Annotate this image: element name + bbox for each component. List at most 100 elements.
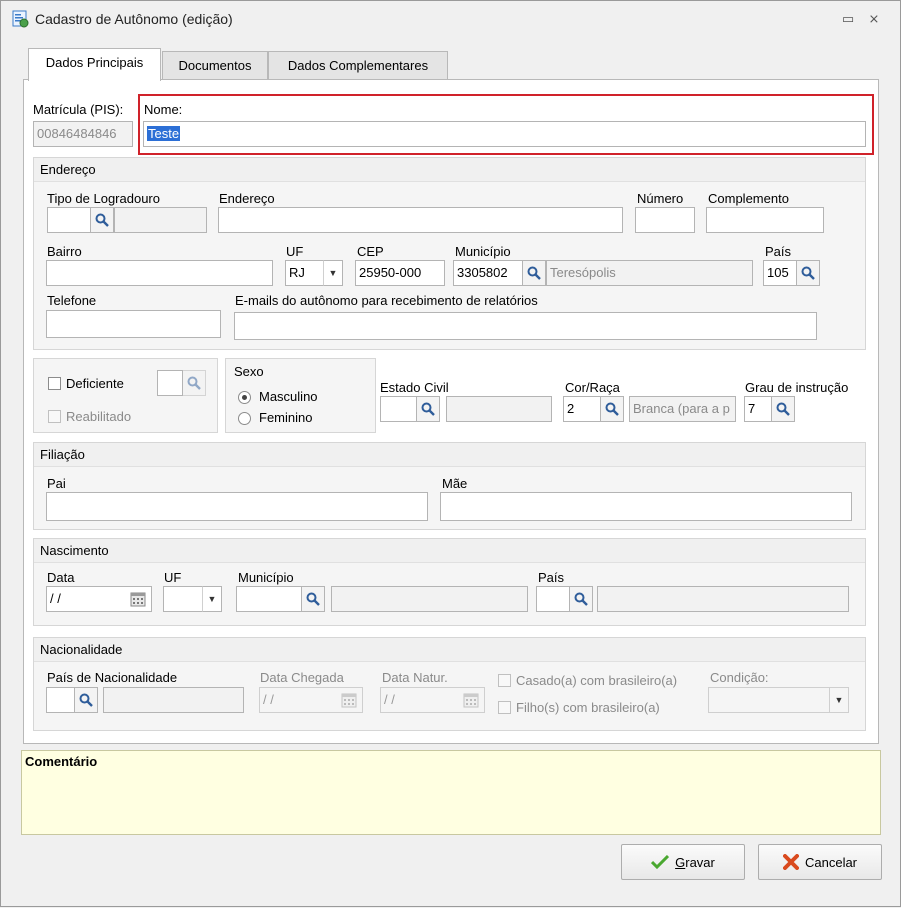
cor-raca-search-button[interactable]	[600, 396, 624, 422]
tipo-logradouro-desc	[114, 207, 207, 233]
cep-input[interactable]: 25950-000	[355, 260, 445, 286]
sexo-masculino-radio[interactable]	[238, 391, 251, 404]
data-chegada-label: Data Chegada	[260, 670, 344, 685]
nascimento-municipio-input[interactable]	[236, 586, 302, 612]
condicao-dropdown-button[interactable]: ▼	[829, 687, 849, 713]
search-icon	[79, 693, 93, 707]
data-natur-label: Data Natur.	[382, 670, 448, 685]
nascimento-pais-label: País	[538, 570, 565, 585]
nascimento-pais-desc	[597, 586, 849, 612]
nome-field[interactable]: Teste	[143, 121, 866, 147]
bairro-input[interactable]	[46, 260, 273, 286]
estado-civil-input[interactable]	[380, 396, 417, 422]
pais-nacionalidade-search-button[interactable]	[74, 687, 98, 713]
grau-instrucao-search-button[interactable]	[771, 396, 795, 422]
deficiente-checkbox[interactable]	[48, 377, 61, 390]
telefone-input[interactable]	[46, 310, 221, 338]
nascimento-calendar-button[interactable]	[126, 586, 150, 612]
search-icon	[574, 592, 588, 606]
calendar-icon	[463, 693, 479, 708]
complemento-label: Complemento	[708, 191, 789, 206]
cancelar-label: Cancelar	[804, 854, 858, 870]
pais-nacionalidade-input[interactable]	[46, 687, 75, 713]
tipo-logradouro-input[interactable]	[47, 207, 91, 233]
search-icon	[801, 266, 815, 280]
gravar-label: Gravar	[675, 855, 715, 870]
endereco-group-title: Endereço	[34, 158, 865, 182]
comentario-title: Comentário	[25, 754, 98, 769]
mae-input[interactable]	[440, 492, 852, 521]
uf-label: UF	[286, 244, 304, 259]
nacionalidade-group-title: Nacionalidade	[34, 638, 865, 662]
estado-civil-search-button[interactable]	[416, 396, 440, 422]
data-natur-calendar-button[interactable]	[459, 687, 483, 713]
calendar-icon	[130, 592, 146, 607]
nascimento-group: Nascimento	[33, 538, 866, 626]
uf-dropdown-button[interactable]: ▼	[323, 260, 343, 286]
gravar-button[interactable]: Gravar	[621, 844, 745, 880]
municipio-search-button[interactable]	[522, 260, 546, 286]
sexo-feminino-radio[interactable]	[238, 412, 251, 425]
nascimento-uf-dropdown-button[interactable]: ▼	[202, 586, 222, 612]
municipio-label: Município	[455, 244, 511, 259]
nascimento-municipio-label: Município	[238, 570, 294, 585]
data-chegada-calendar-button[interactable]	[337, 687, 361, 713]
reabilitado-checkbox[interactable]	[48, 410, 61, 423]
pais-input[interactable]: 105	[763, 260, 797, 286]
comentario-area[interactable]: Comentário	[21, 750, 881, 835]
form-content: Matrícula (PIS): 00846484846 Nome: Teste…	[1, 1, 901, 908]
numero-input[interactable]	[635, 207, 695, 233]
sexo-title: Sexo	[234, 364, 264, 379]
nascimento-uf-select[interactable]	[163, 586, 203, 612]
deficiente-label: Deficiente	[66, 376, 124, 391]
bairro-label: Bairro	[47, 244, 82, 259]
estado-civil-desc	[446, 396, 552, 422]
search-icon	[95, 213, 109, 227]
nascimento-uf-label: UF	[164, 570, 182, 585]
cancelar-button[interactable]: Cancelar	[758, 844, 882, 880]
estado-civil-label: Estado Civil	[380, 380, 449, 395]
chevron-down-icon: ▼	[328, 268, 338, 278]
grau-instrucao-input[interactable]: 7	[744, 396, 772, 422]
nascimento-pais-search-button[interactable]	[569, 586, 593, 612]
deficiencia-search-button[interactable]	[182, 370, 206, 396]
nascimento-group-title: Nascimento	[34, 539, 865, 563]
sexo-masculino-label: Masculino	[259, 389, 318, 404]
nome-label: Nome:	[144, 102, 183, 117]
pai-input[interactable]	[46, 492, 428, 521]
condicao-select[interactable]	[708, 687, 849, 713]
grau-instrucao-label: Grau de instrução	[745, 380, 849, 395]
complemento-input[interactable]	[706, 207, 824, 233]
condicao-label: Condição:	[710, 670, 769, 685]
endereco-input[interactable]	[218, 207, 623, 233]
casado-brasileiro-label: Casado(a) com brasileiro(a)	[516, 673, 678, 688]
filhos-brasileiro-checkbox[interactable]	[498, 701, 511, 714]
cep-label: CEP	[357, 244, 384, 259]
chevron-down-icon: ▼	[207, 594, 217, 604]
cor-raca-input[interactable]: 2	[563, 396, 601, 422]
nascimento-municipio-search-button[interactable]	[301, 586, 325, 612]
cor-raca-label: Cor/Raça	[565, 380, 620, 395]
tipo-logradouro-search-button[interactable]	[90, 207, 114, 233]
nascimento-municipio-desc	[331, 586, 528, 612]
matricula-label: Matrícula (PIS):	[33, 102, 124, 117]
reabilitado-label: Reabilitado	[66, 409, 132, 424]
nascimento-pais-input[interactable]	[536, 586, 570, 612]
municipio-code-input[interactable]: 3305802	[453, 260, 523, 286]
pais-search-button[interactable]	[796, 260, 820, 286]
casado-brasileiro-checkbox[interactable]	[498, 674, 511, 687]
pais-nacionalidade-label: País de Nacionalidade	[47, 670, 178, 685]
filhos-brasileiro-label: Filho(s) com brasileiro(a)	[516, 700, 660, 715]
chevron-down-icon: ▼	[834, 695, 844, 705]
mae-label: Mãe	[442, 476, 468, 491]
emails-input[interactable]	[234, 312, 817, 340]
calendar-icon	[341, 693, 357, 708]
nascimento-data-label: Data	[47, 570, 75, 585]
cancel-x-icon	[782, 854, 799, 870]
cor-raca-desc: Branca (para a p	[629, 396, 736, 422]
check-icon	[651, 855, 670, 869]
deficiencia-code-input[interactable]	[157, 370, 183, 396]
pai-label: Pai	[47, 476, 66, 491]
pais-nacionalidade-desc	[103, 687, 244, 713]
pais-label: País	[765, 244, 792, 259]
